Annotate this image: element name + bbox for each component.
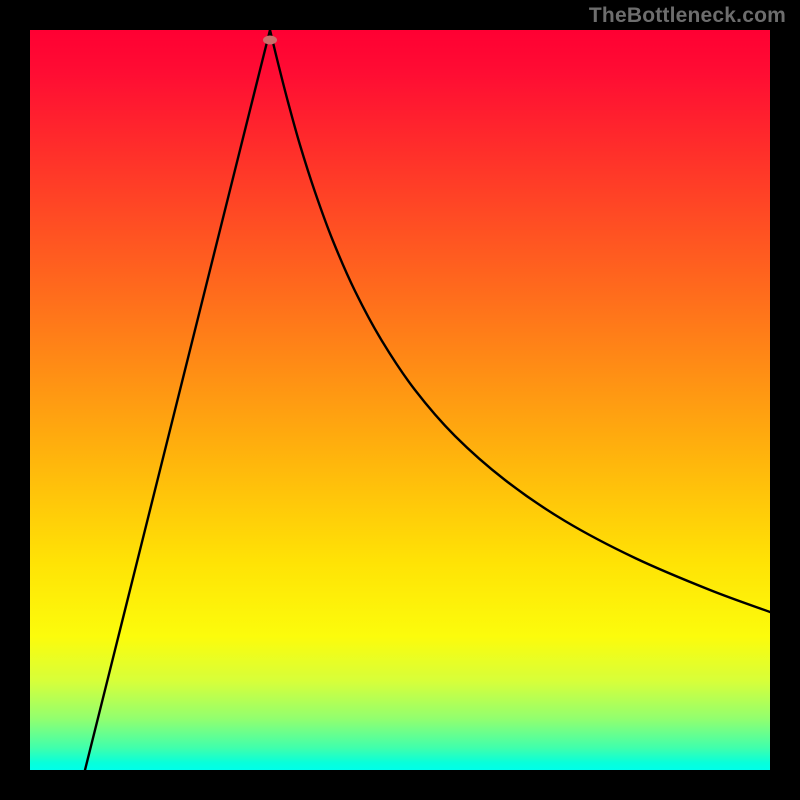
plot-area xyxy=(30,30,770,770)
watermark-text: TheBottleneck.com xyxy=(589,4,786,28)
curve-path xyxy=(85,30,770,770)
minimum-marker xyxy=(263,36,277,45)
bottleneck-curve xyxy=(30,30,770,770)
chart-frame: TheBottleneck.com xyxy=(0,0,800,800)
